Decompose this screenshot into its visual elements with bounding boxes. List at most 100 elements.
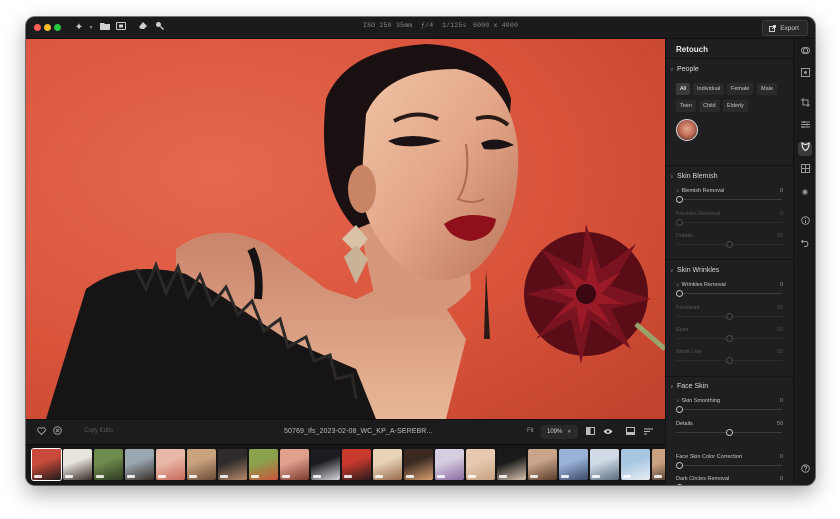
- filmstrip-thumbnail[interactable]: [280, 449, 309, 480]
- section-title: Skin Wrinkles: [677, 267, 720, 274]
- filmstrip-thumbnail[interactable]: [249, 449, 278, 480]
- album-icon[interactable]: [114, 21, 128, 35]
- filmstrip-thumbnail[interactable]: [63, 449, 92, 480]
- chip-female[interactable]: Female: [727, 83, 754, 95]
- filmstrip-thumbnail[interactable]: [187, 449, 216, 480]
- help-icon[interactable]: [798, 464, 812, 478]
- dark-circles-removal-value[interactable]: 0: [780, 476, 783, 482]
- chip-elderly[interactable]: Elderly: [723, 100, 748, 112]
- chip-child[interactable]: Child: [699, 100, 720, 112]
- section-header-skin-blemish[interactable]: ∨ Skin Blemish: [670, 173, 717, 180]
- close-window-button[interactable]: [34, 24, 41, 31]
- wrinkles-removal-value[interactable]: 0: [780, 282, 783, 288]
- fit-button[interactable]: Fit: [527, 428, 534, 434]
- photo-canvas[interactable]: [26, 39, 665, 419]
- minimize-window-button[interactable]: [44, 24, 51, 31]
- close-circle-icon[interactable]: [51, 426, 63, 438]
- compare-icon[interactable]: [584, 426, 596, 438]
- freckles-removal-slider[interactable]: [676, 219, 782, 226]
- filmstrip-thumbnail[interactable]: [435, 449, 464, 480]
- retouch-icon[interactable]: [798, 141, 812, 156]
- section-header-skin-wrinkles[interactable]: ∨ Skin Wrinkles: [670, 267, 719, 274]
- face-skin-color-correction-slider[interactable]: [676, 462, 782, 469]
- chevron-down-icon[interactable]: ▾: [84, 21, 98, 35]
- slider-knob[interactable]: [676, 219, 683, 226]
- wrinkles-removal-label[interactable]: ∨ Wrinkles Removal: [676, 282, 726, 288]
- filmstrip-thumbnail[interactable]: [373, 449, 402, 480]
- filmstrip-icon[interactable]: [624, 426, 636, 438]
- section-header-face-skin[interactable]: ∨ Face Skin: [670, 383, 708, 390]
- chip-all[interactable]: All: [676, 83, 691, 95]
- slider-knob[interactable]: [726, 429, 733, 436]
- edited-badge: [530, 475, 538, 478]
- divider: [666, 165, 793, 166]
- slider-knob[interactable]: [676, 196, 683, 203]
- blemish-removal-value[interactable]: 0: [780, 188, 783, 194]
- undo-icon[interactable]: [798, 238, 812, 252]
- chip-teen[interactable]: Teen: [676, 100, 696, 112]
- filmstrip-thumbnail[interactable]: [528, 449, 557, 480]
- slider-knob[interactable]: [726, 313, 733, 320]
- sort-icon[interactable]: [642, 426, 654, 438]
- edited-badge: [158, 475, 166, 478]
- filmstrip-thumbnail[interactable]: [32, 449, 61, 480]
- blemish-removal-slider[interactable]: [676, 196, 782, 203]
- filmstrip-thumbnail[interactable]: [218, 449, 247, 480]
- layers-icon[interactable]: [798, 164, 812, 178]
- edited-badge: [189, 475, 197, 478]
- eyes-slider[interactable]: [676, 335, 782, 342]
- heart-icon[interactable]: [35, 426, 47, 438]
- face-skin-details-label: Details: [676, 421, 693, 427]
- filmstrip-thumbnail[interactable]: [404, 449, 433, 480]
- filmstrip-thumbnail[interactable]: [156, 449, 185, 480]
- chip-individual[interactable]: Individual: [693, 83, 725, 95]
- slider-knob[interactable]: [726, 241, 733, 248]
- eye-icon[interactable]: [602, 426, 614, 438]
- edited-badge: [654, 475, 662, 478]
- zoom-select[interactable]: 109% ▼: [541, 425, 578, 439]
- wrinkles-removal-slider[interactable]: [676, 290, 782, 297]
- filmstrip-thumbnail[interactable]: [94, 449, 123, 480]
- filmstrip-thumbnail[interactable]: [125, 449, 154, 480]
- copy-edits-button[interactable]: Copy Edits: [84, 428, 113, 434]
- filmstrip-thumbnail[interactable]: [497, 449, 526, 480]
- overlay-icon[interactable]: [798, 46, 812, 60]
- export-button[interactable]: Export: [762, 20, 808, 36]
- spark-icon[interactable]: ✺: [798, 186, 812, 200]
- slider-knob[interactable]: [676, 406, 683, 413]
- face-skin-details-value[interactable]: 50: [777, 421, 783, 427]
- crop-icon[interactable]: [798, 98, 812, 112]
- blemish-details-value: 50: [776, 233, 783, 239]
- face-skin-details-slider[interactable]: [676, 429, 782, 436]
- slider-knob[interactable]: [676, 484, 683, 485]
- search-icon[interactable]: [152, 21, 166, 35]
- skin-smoothing-value[interactable]: 0: [780, 398, 783, 404]
- scan-icon[interactable]: [798, 68, 812, 82]
- slider-knob[interactable]: [726, 335, 733, 342]
- folder-icon[interactable]: [98, 21, 112, 35]
- slider-knob[interactable]: [676, 462, 683, 469]
- filmstrip-thumbnail[interactable]: [311, 449, 340, 480]
- filmstrip-thumbnail[interactable]: [466, 449, 495, 480]
- filmstrip-thumbnail[interactable]: [652, 449, 665, 480]
- filmstrip-thumbnail[interactable]: [621, 449, 650, 480]
- face-skin-color-correction-value[interactable]: 0: [780, 454, 783, 460]
- blemish-details-slider[interactable]: [676, 241, 782, 248]
- slider-knob[interactable]: [726, 357, 733, 364]
- zoom-window-button[interactable]: [54, 24, 61, 31]
- filmstrip-thumbnail[interactable]: [342, 449, 371, 480]
- forehead-slider[interactable]: [676, 313, 782, 320]
- smile-line-slider[interactable]: [676, 357, 782, 364]
- section-header-people[interactable]: ∨ People: [670, 66, 699, 73]
- skin-smoothing-label[interactable]: ∨ Skin Smoothing: [676, 398, 720, 404]
- info-icon[interactable]: [798, 216, 812, 230]
- filmstrip-thumbnail[interactable]: [559, 449, 588, 480]
- filmstrip-thumbnail[interactable]: [590, 449, 619, 480]
- adjust-icon[interactable]: [798, 120, 812, 134]
- blemish-removal-label[interactable]: ∨ Blemish Removal: [676, 188, 724, 194]
- skin-smoothing-slider[interactable]: [676, 406, 782, 413]
- detected-face-avatar[interactable]: [676, 119, 698, 141]
- eraser-icon[interactable]: [136, 21, 150, 35]
- chip-male[interactable]: Male: [757, 83, 777, 95]
- slider-knob[interactable]: [676, 290, 683, 297]
